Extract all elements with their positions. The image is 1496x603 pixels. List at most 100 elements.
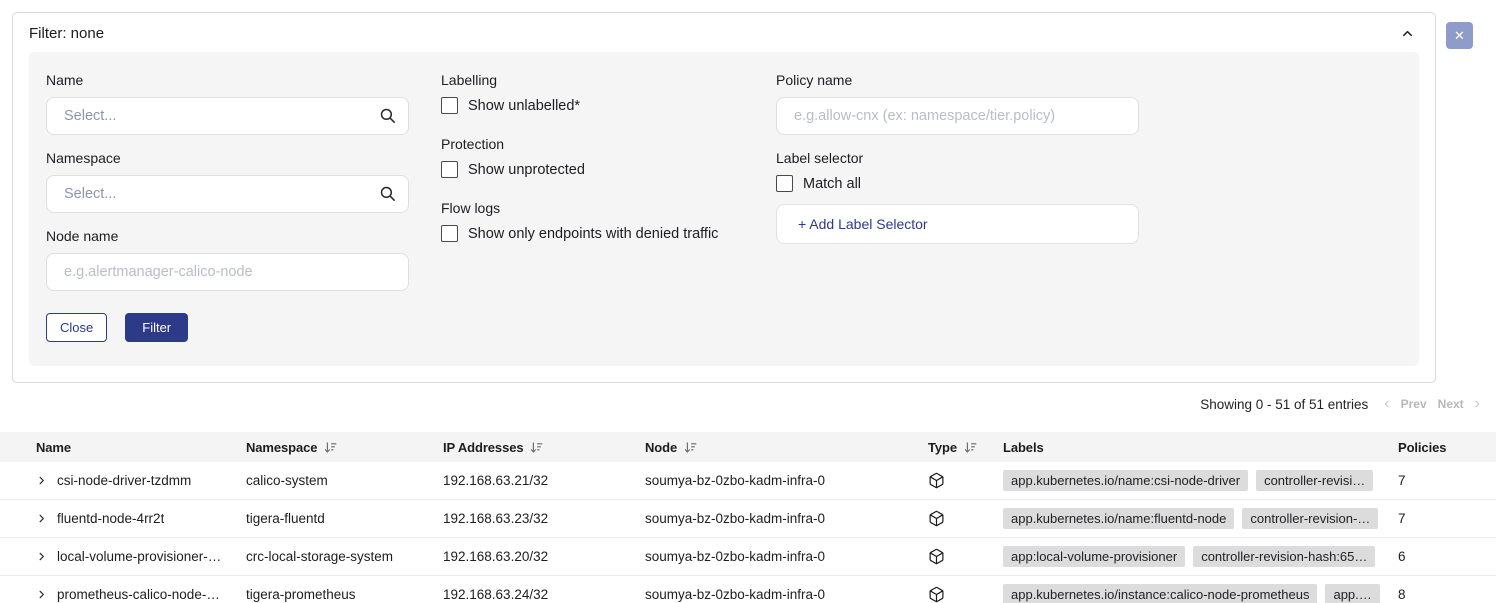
endpoint-name: fluentd-node-4rr2t xyxy=(57,511,164,526)
filter-title: Filter: none xyxy=(29,25,104,42)
table-row[interactable]: local-volume-provisioner-… crc-local-sto… xyxy=(0,538,1496,576)
sort-icon xyxy=(530,441,543,454)
flow-logs-label: Flow logs xyxy=(441,200,744,216)
table-row[interactable]: fluentd-node-4rr2t tigera-fluentd 192.16… xyxy=(0,500,1496,538)
endpoints-page: Filter: none Name xyxy=(0,0,1496,603)
label-chip: controller-revision-… xyxy=(1242,508,1378,529)
show-unprotected-label: Show unprotected xyxy=(468,162,585,178)
entries-summary: Showing 0 - 51 of 51 entries xyxy=(1200,397,1368,412)
column-header-labels: Labels xyxy=(1003,440,1390,455)
label-selector-label: Label selector xyxy=(776,150,1139,166)
pod-type-icon xyxy=(928,548,1003,565)
endpoint-labels: app.kubernetes.io/name:fluentd-node cont… xyxy=(1003,508,1390,529)
expand-row-icon[interactable] xyxy=(36,551,47,562)
sort-icon xyxy=(964,441,977,454)
table-row[interactable]: csi-node-driver-tzdmm calico-system 192.… xyxy=(0,462,1496,500)
close-panel-button[interactable]: ✕ xyxy=(1446,22,1473,49)
node-name-input[interactable] xyxy=(46,253,409,291)
table-header: Name Namespace IP Addresses Node Type La… xyxy=(0,432,1496,462)
column-header-node[interactable]: Node xyxy=(645,440,928,455)
sort-icon xyxy=(324,441,337,454)
denied-traffic-checkbox-row[interactable]: Show only endpoints with denied traffic xyxy=(441,225,744,242)
chevron-up-icon xyxy=(1400,26,1415,41)
collapse-panel-button[interactable] xyxy=(1398,24,1417,43)
node-name-label: Node name xyxy=(46,228,409,244)
column-header-policies: Policies xyxy=(1390,440,1496,455)
pagination-controls: ‹ Prev Next › xyxy=(1384,396,1480,412)
show-unlabelled-label: Show unlabelled* xyxy=(468,98,580,114)
filter-top-row: Filter: none Name xyxy=(0,0,1496,383)
endpoint-node: soumya-bz-0zbo-kadm-infra-0 xyxy=(645,549,928,564)
prev-arrow-icon[interactable]: ‹ xyxy=(1384,396,1389,412)
filter-column-right: Policy name Label selector Match all + A… xyxy=(776,72,1139,342)
column-header-ip-addresses[interactable]: IP Addresses xyxy=(443,440,645,455)
filter-form: Name Namespace xyxy=(29,52,1419,366)
endpoint-policies-count: 7 xyxy=(1390,511,1496,526)
match-all-checkbox-row[interactable]: Match all xyxy=(776,175,1139,192)
add-label-selector-button[interactable]: + Add Label Selector xyxy=(776,204,1139,244)
show-unlabelled-checkbox-row[interactable]: Show unlabelled* xyxy=(441,97,744,114)
flow-logs-group: Flow logs Show only endpoints with denie… xyxy=(441,200,744,242)
endpoint-name: prometheus-calico-node-… xyxy=(57,587,220,602)
filter-panel-header: Filter: none xyxy=(13,13,1435,52)
endpoint-name: local-volume-provisioner-… xyxy=(57,549,221,564)
endpoint-policies-count: 6 xyxy=(1390,549,1496,564)
column-header-type[interactable]: Type xyxy=(928,440,1003,455)
labelling-group: Labelling Show unlabelled* xyxy=(441,72,744,114)
endpoint-labels: app.kubernetes.io/instance:calico-node-p… xyxy=(1003,584,1390,603)
match-all-label: Match all xyxy=(803,176,861,192)
name-field: Name xyxy=(46,72,409,135)
endpoint-namespace: tigera-fluentd xyxy=(246,511,443,526)
column-header-namespace[interactable]: Namespace xyxy=(246,440,443,455)
expand-row-icon[interactable] xyxy=(36,475,47,486)
endpoint-namespace: calico-system xyxy=(246,473,443,488)
label-selector-group: Label selector Match all + Add Label Sel… xyxy=(776,150,1139,244)
endpoint-ip: 192.168.63.23/32 xyxy=(443,511,645,526)
table-row[interactable]: prometheus-calico-node-… tigera-promethe… xyxy=(0,576,1496,603)
label-chip: app.kubernetes.io/name:fluentd-node xyxy=(1003,508,1234,529)
filter-buttons: Close Filter xyxy=(46,313,409,342)
label-chip: app.kubernetes.io/name:csi-node-driver xyxy=(1003,470,1248,491)
endpoint-node: soumya-bz-0zbo-kadm-infra-0 xyxy=(645,587,928,602)
checkbox[interactable] xyxy=(776,175,793,192)
column-header-name[interactable]: Name xyxy=(36,440,246,455)
filter-button[interactable]: Filter xyxy=(125,313,188,342)
endpoint-ip: 192.168.63.20/32 xyxy=(443,549,645,564)
policy-name-input[interactable] xyxy=(776,97,1139,135)
label-chip: app.kubernetes.io/instance:calico-node-p… xyxy=(1003,584,1317,603)
show-unprotected-checkbox-row[interactable]: Show unprotected xyxy=(441,161,744,178)
next-button[interactable]: Next xyxy=(1438,397,1464,411)
namespace-label: Namespace xyxy=(46,150,409,166)
sort-icon xyxy=(684,441,697,454)
checkbox[interactable] xyxy=(441,225,458,242)
pagination: Showing 0 - 51 of 51 entries ‹ Prev Next… xyxy=(1200,396,1480,412)
close-icon: ✕ xyxy=(1454,28,1465,44)
expand-row-icon[interactable] xyxy=(36,513,47,524)
filter-column-left: Name Namespace xyxy=(46,72,409,342)
label-chip: app:local-volume-provisioner xyxy=(1003,546,1185,567)
labelling-label: Labelling xyxy=(441,72,744,88)
name-select-input[interactable] xyxy=(46,97,409,135)
prev-button[interactable]: Prev xyxy=(1401,397,1427,411)
pod-type-icon xyxy=(928,472,1003,489)
label-chip: controller-revisi… xyxy=(1256,470,1373,491)
checkbox[interactable] xyxy=(441,97,458,114)
filter-panel: Filter: none Name xyxy=(12,12,1436,383)
endpoint-name: csi-node-driver-tzdmm xyxy=(57,473,191,488)
label-chip: controller-revision-hash:65… xyxy=(1193,546,1375,567)
expand-row-icon[interactable] xyxy=(36,589,47,600)
close-button[interactable]: Close xyxy=(46,313,107,342)
endpoint-namespace: tigera-prometheus xyxy=(246,587,443,602)
policy-name-label: Policy name xyxy=(776,72,1139,88)
checkbox[interactable] xyxy=(441,161,458,178)
namespace-select-input[interactable] xyxy=(46,175,409,213)
endpoint-policies-count: 7 xyxy=(1390,473,1496,488)
next-arrow-icon[interactable]: › xyxy=(1475,396,1480,412)
endpoint-labels: app.kubernetes.io/name:csi-node-driver c… xyxy=(1003,470,1390,491)
search-icon xyxy=(379,185,396,202)
endpoint-namespace: crc-local-storage-system xyxy=(246,549,443,564)
protection-label: Protection xyxy=(441,136,744,152)
protection-group: Protection Show unprotected xyxy=(441,136,744,178)
name-label: Name xyxy=(46,72,409,88)
endpoint-policies-count: 8 xyxy=(1390,587,1496,602)
